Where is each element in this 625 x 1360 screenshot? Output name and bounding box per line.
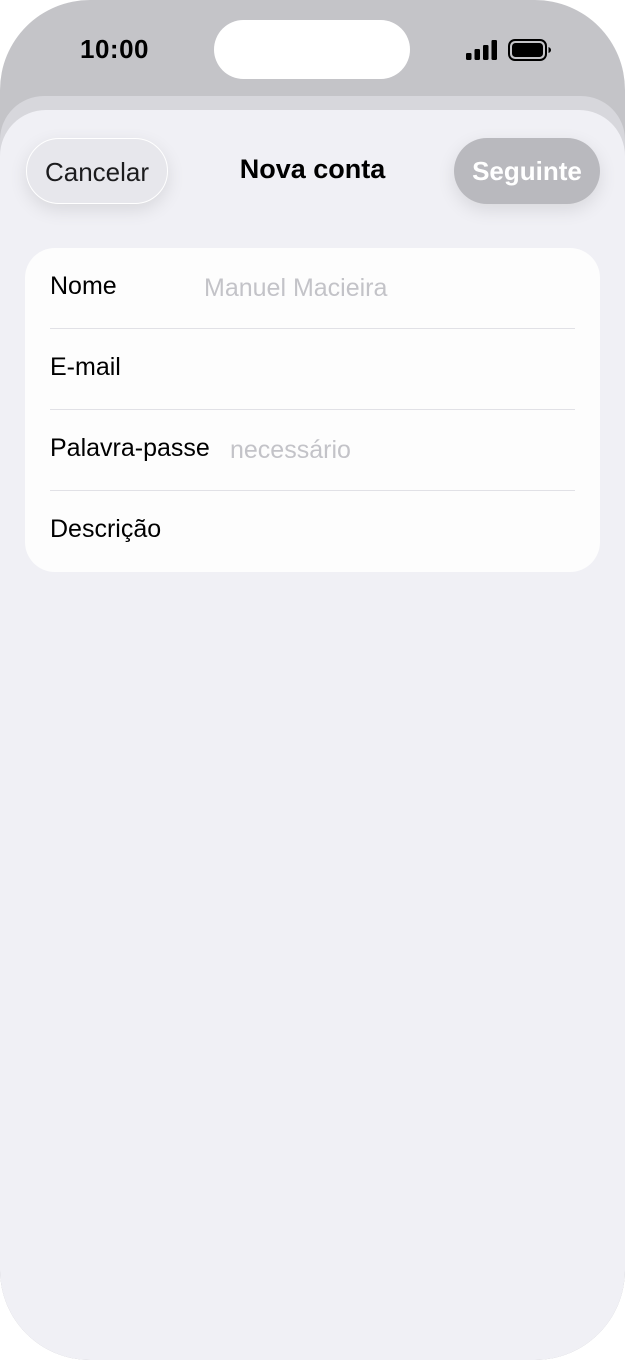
form-row-email[interactable]: E-mail [25,329,600,410]
name-label: Nome [50,272,117,300]
password-label: Palavra-passe [50,434,210,462]
password-field[interactable] [230,428,575,472]
new-account-sheet: Cancelar Nova conta Seguinte Nome E-mail… [0,110,625,1360]
description-label: Descrição [50,515,162,543]
description-field[interactable] [204,509,575,553]
status-bar: 10:00 [0,0,625,100]
cellular-signal-icon [466,40,497,60]
phone-screen: 10:00 Cancelar Nova conta Seguinte Nome [0,0,625,1360]
account-form: Nome E-mail Palavra-passe Descrição [25,248,600,572]
next-button[interactable]: Seguinte [454,138,600,204]
form-row-password[interactable]: Palavra-passe [25,410,600,491]
email-label: E-mail [50,353,121,381]
dynamic-island [214,20,410,79]
form-row-description[interactable]: Descrição [25,491,600,572]
name-field[interactable] [204,266,575,310]
battery-icon [508,39,551,61]
email-field[interactable] [204,347,575,391]
form-row-name[interactable]: Nome [25,248,600,329]
status-time: 10:00 [80,34,149,64]
